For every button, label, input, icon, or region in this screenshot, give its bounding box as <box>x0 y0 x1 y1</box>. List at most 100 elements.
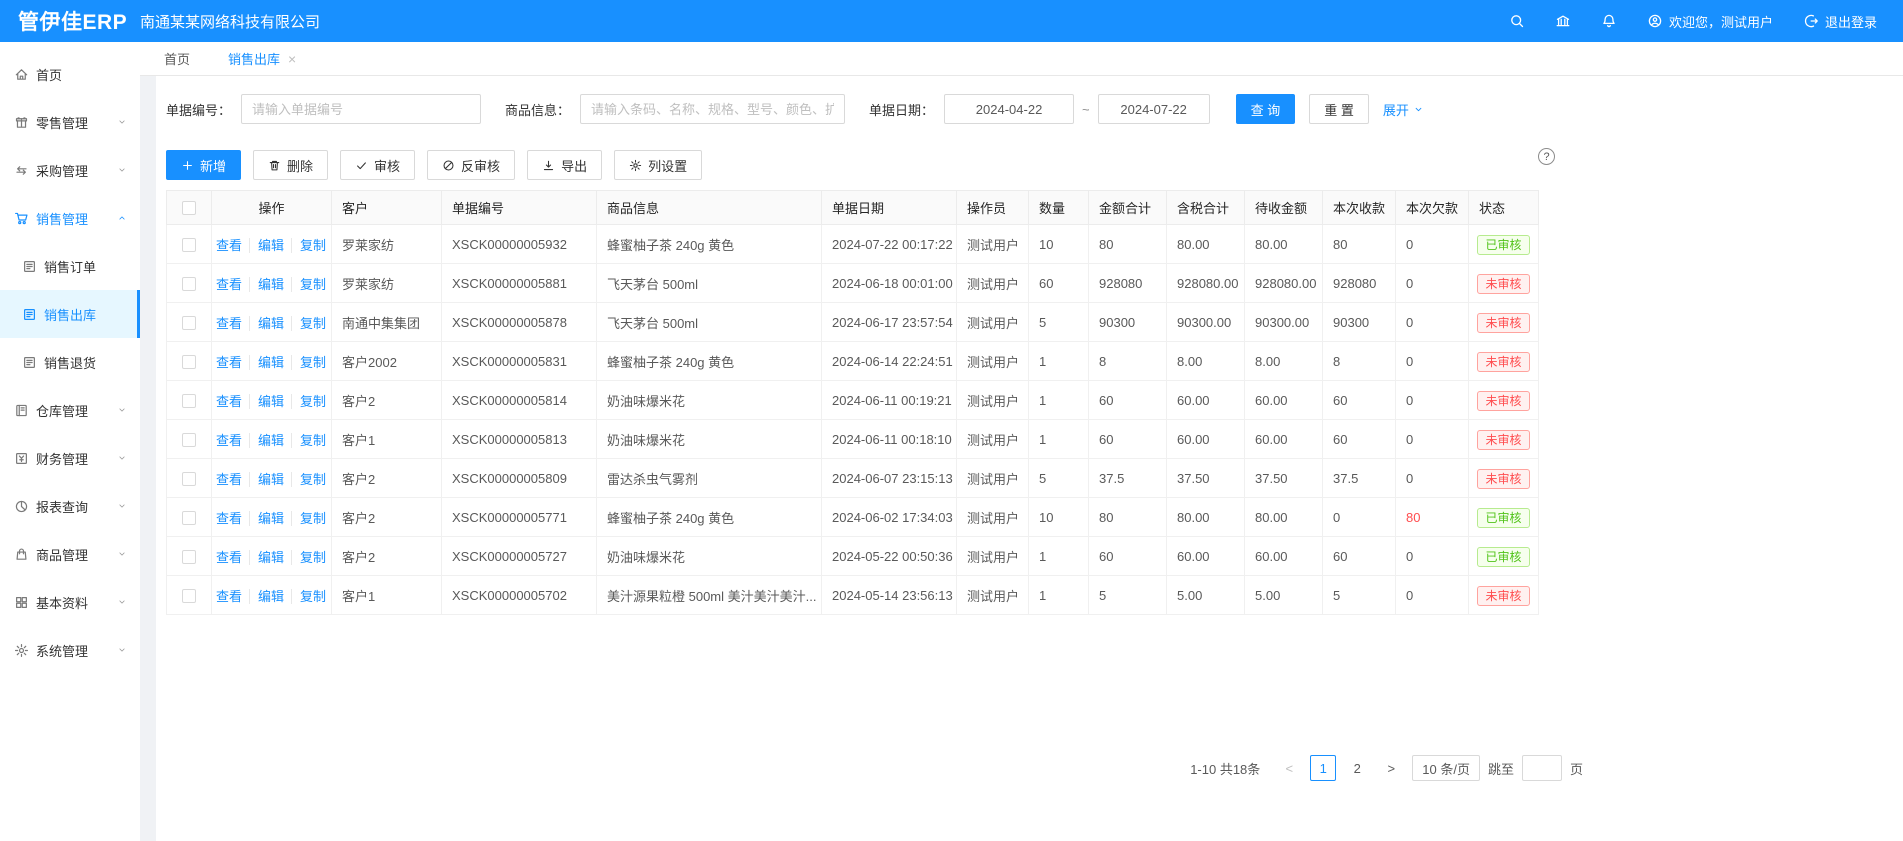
copy-link[interactable]: 复制 <box>291 277 326 292</box>
copy-link[interactable]: 复制 <box>291 550 326 565</box>
view-link[interactable]: 查看 <box>216 472 242 487</box>
row-checkbox[interactable] <box>182 394 196 408</box>
help-icon[interactable]: ? <box>1538 148 1555 165</box>
row-checkbox[interactable] <box>182 472 196 486</box>
add-button[interactable]: 新增 <box>166 150 241 180</box>
sidebar-item-4[interactable]: 仓库管理 <box>0 386 140 434</box>
sidebar-item-2[interactable]: 采购管理 <box>0 146 140 194</box>
edit-link[interactable]: 编辑 <box>249 589 284 604</box>
edit-link[interactable]: 编辑 <box>249 433 284 448</box>
view-link[interactable]: 查看 <box>216 433 242 448</box>
reset-button[interactable]: 重 置 <box>1309 94 1369 124</box>
column-header[interactable]: 金额合计 <box>1089 191 1167 225</box>
row-checkbox[interactable] <box>182 238 196 252</box>
date-from-input[interactable] <box>944 94 1074 124</box>
copy-link[interactable]: 复制 <box>291 472 326 487</box>
row-checkbox[interactable] <box>182 589 196 603</box>
search-button[interactable]: 查 询 <box>1236 94 1296 124</box>
edit-link[interactable]: 编辑 <box>249 355 284 370</box>
sidebar-item-6[interactable]: 报表查询 <box>0 482 140 530</box>
column-header[interactable]: 本次欠款 <box>1396 191 1469 225</box>
view-link[interactable]: 查看 <box>216 511 242 526</box>
select-all-checkbox[interactable] <box>182 201 196 215</box>
column-header[interactable]: 商品信息 <box>597 191 822 225</box>
delete-button[interactable]: 删除 <box>253 150 328 180</box>
view-link[interactable]: 查看 <box>216 238 242 253</box>
edit-link[interactable]: 编辑 <box>249 394 284 409</box>
sidebar-subitem-3-0[interactable]: 销售订单 <box>0 242 140 290</box>
order-no-input[interactable] <box>241 94 481 124</box>
edit-link[interactable]: 编辑 <box>249 550 284 565</box>
row-checkbox[interactable] <box>182 316 196 330</box>
page-button-1[interactable]: 1 <box>1310 755 1336 781</box>
column-header[interactable]: 操作 <box>212 191 332 225</box>
bell-icon[interactable] <box>1601 13 1617 29</box>
export-button[interactable]: 导出 <box>527 150 602 180</box>
sidebar-item-9[interactable]: 系统管理 <box>0 626 140 674</box>
welcome-user[interactable]: 欢迎您，测试用户 <box>1647 12 1773 31</box>
view-link[interactable]: 查看 <box>216 394 242 409</box>
row-checkbox[interactable] <box>182 355 196 369</box>
edit-link[interactable]: 编辑 <box>249 277 284 292</box>
column-header[interactable]: 待收金额 <box>1245 191 1323 225</box>
product-input[interactable] <box>580 94 845 124</box>
next-page-button[interactable]: > <box>1378 755 1404 781</box>
page-size-select[interactable]: 10 条/页 <box>1412 755 1480 781</box>
edit-link[interactable]: 编辑 <box>249 511 284 526</box>
copy-link[interactable]: 复制 <box>291 589 326 604</box>
row-checkbox[interactable] <box>182 433 196 447</box>
search-icon[interactable] <box>1509 13 1525 29</box>
logout-button[interactable]: 退出登录 <box>1803 12 1877 31</box>
date-to-input[interactable] <box>1098 94 1210 124</box>
status-badge: 未审核 <box>1477 586 1529 606</box>
status-badge: 未审核 <box>1477 391 1529 411</box>
prev-page-button[interactable]: < <box>1276 755 1302 781</box>
tab-1[interactable]: 销售出库× <box>228 49 296 68</box>
row-checkbox[interactable] <box>182 277 196 291</box>
column-header[interactable]: 本次收款 <box>1323 191 1396 225</box>
jump-page-input[interactable] <box>1522 755 1562 781</box>
column-header[interactable]: 状态 <box>1469 191 1539 225</box>
unaudit-button[interactable]: 反审核 <box>427 150 515 180</box>
ban-icon <box>442 159 455 172</box>
sidebar-subitem-3-2[interactable]: 销售退货 <box>0 338 140 386</box>
view-link[interactable]: 查看 <box>216 316 242 331</box>
cell-date: 2024-06-02 17:34:03 <box>832 510 953 525</box>
sidebar-item-3[interactable]: 销售管理 <box>0 194 140 242</box>
column-header[interactable]: 操作员 <box>957 191 1029 225</box>
column-header[interactable]: 数量 <box>1029 191 1089 225</box>
column-header[interactable]: 单据编号 <box>442 191 597 225</box>
column-settings-button[interactable]: 列设置 <box>614 150 702 180</box>
sidebar-subitem-3-1[interactable]: 销售出库 <box>0 290 140 338</box>
cell-date: 2024-06-14 22:24:51 <box>832 354 953 369</box>
view-link[interactable]: 查看 <box>216 589 242 604</box>
sidebar-item-7[interactable]: 商品管理 <box>0 530 140 578</box>
sidebar-item-8[interactable]: 基本资料 <box>0 578 140 626</box>
column-header[interactable]: 单据日期 <box>822 191 957 225</box>
column-header[interactable]: 含税合计 <box>1167 191 1245 225</box>
audit-button[interactable]: 审核 <box>340 150 415 180</box>
view-link[interactable]: 查看 <box>216 355 242 370</box>
row-checkbox[interactable] <box>182 511 196 525</box>
sidebar-item-0[interactable]: 首页 <box>0 50 140 98</box>
column-header[interactable]: 客户 <box>332 191 442 225</box>
copy-link[interactable]: 复制 <box>291 433 326 448</box>
page-button-2[interactable]: 2 <box>1344 755 1370 781</box>
copy-link[interactable]: 复制 <box>291 511 326 526</box>
organization-icon[interactable] <box>1555 13 1571 29</box>
view-link[interactable]: 查看 <box>216 277 242 292</box>
copy-link[interactable]: 复制 <box>291 394 326 409</box>
copy-link[interactable]: 复制 <box>291 316 326 331</box>
row-checkbox[interactable] <box>182 550 196 564</box>
edit-link[interactable]: 编辑 <box>249 238 284 253</box>
sidebar-item-5[interactable]: 财务管理 <box>0 434 140 482</box>
copy-link[interactable]: 复制 <box>291 355 326 370</box>
sidebar-item-1[interactable]: 零售管理 <box>0 98 140 146</box>
copy-link[interactable]: 复制 <box>291 238 326 253</box>
edit-link[interactable]: 编辑 <box>249 316 284 331</box>
expand-link[interactable]: 展开 <box>1383 100 1424 119</box>
close-icon[interactable]: × <box>288 52 296 66</box>
edit-link[interactable]: 编辑 <box>249 472 284 487</box>
view-link[interactable]: 查看 <box>216 550 242 565</box>
tab-0[interactable]: 首页 <box>164 49 190 68</box>
